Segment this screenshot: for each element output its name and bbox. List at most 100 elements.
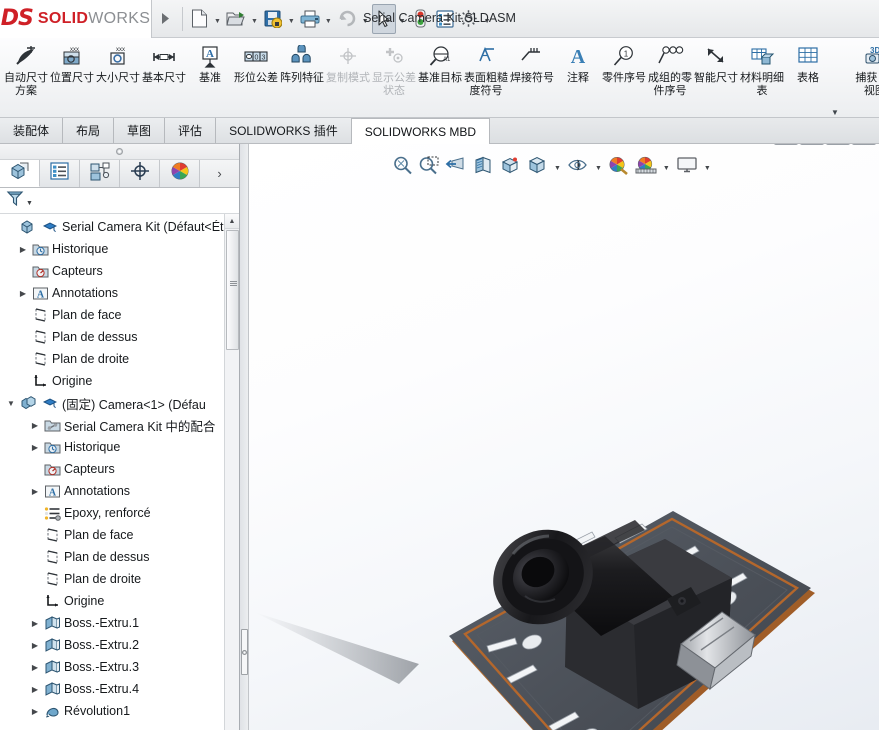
ribbon-button-note[interactable]: A 注释 (555, 38, 601, 116)
tree-item[interactable]: Plan de droite (0, 568, 239, 590)
chevron-right-icon[interactable]: ▶ (28, 487, 42, 496)
tab-layout[interactable]: 布局 (63, 118, 115, 143)
sidebar-item-display-manager[interactable] (160, 160, 200, 187)
options-button[interactable] (457, 4, 481, 34)
serial-camera-module-model[interactable] (249, 144, 879, 730)
options-caret-icon[interactable]: ▼ (481, 4, 494, 34)
ribbon-overflow-caret-icon[interactable]: ▼ (831, 108, 839, 117)
tree-scrollbar[interactable]: ▲ (224, 214, 239, 730)
tree-item[interactable]: Origine (0, 590, 239, 612)
ribbon-button-weld-symbol[interactable]: 焊接符号 (509, 38, 555, 116)
tree-item[interactable]: Capteurs (0, 458, 239, 480)
open-document-caret-icon[interactable]: ▼ (248, 4, 261, 34)
ribbon-button-geometric-tolerance[interactable]: 0 3 形位公差 (233, 38, 279, 116)
tree-item[interactable]: ▶ Boss.-Extru.4 (0, 678, 239, 700)
undo-button[interactable] (335, 4, 359, 34)
chevron-right-icon[interactable]: ▶ (16, 245, 30, 254)
chevron-down-icon[interactable]: ▼ (4, 399, 18, 408)
plane-icon (42, 549, 62, 565)
save-document-caret-icon[interactable]: ▼ (285, 4, 298, 34)
filter-caret-icon[interactable]: ▼ (26, 200, 33, 207)
tree-item[interactable]: ▶ Boss.-Extru.3 (0, 656, 239, 678)
tab-evaluate[interactable]: 评估 (165, 118, 217, 143)
tree-item[interactable]: ▶ Boss.-Extru.2 (0, 634, 239, 656)
tree-item[interactable]: ▶ A Annotations (0, 282, 239, 304)
tree-item[interactable]: ▶ Historique (0, 436, 239, 458)
tree-item[interactable]: Plan de face (0, 524, 239, 546)
tree-item[interactable]: ▼ (固定) Camera<1> (Défau (0, 392, 239, 414)
splitter-handle[interactable] (241, 629, 248, 675)
tree-item[interactable]: ▶ Historique (0, 238, 239, 260)
ribbon-button-datum[interactable]: A 基准 (187, 38, 233, 116)
scroll-thumb[interactable] (226, 230, 239, 350)
undo-caret-icon[interactable]: ▼ (359, 4, 372, 34)
tree-item[interactable]: ▶ Serial Camera Kit 中的配合 (0, 414, 239, 436)
tab-solidworks-mbd[interactable]: SOLIDWORKS MBD (351, 118, 491, 144)
chevron-right-icon[interactable]: ▶ (28, 421, 42, 430)
ribbon-button-basic-dimension[interactable]: 基本尺寸 (141, 38, 187, 116)
rebuild-button[interactable] (409, 4, 433, 34)
tab-solidworks-addins[interactable]: SOLIDWORKS 插件 (216, 118, 352, 143)
tree-filter-bar[interactable]: ▼ (0, 188, 239, 214)
ribbon-button-datum-target[interactable]: A1 基准目标 (417, 38, 463, 116)
panel-splitter[interactable] (240, 144, 249, 730)
tab-assembly[interactable]: 装配体 (0, 118, 64, 143)
graphics-viewport[interactable]: ▼ ▼ ▼ ▼ (249, 144, 879, 730)
chevron-right-icon[interactable]: ▶ (28, 641, 42, 650)
chevron-right-icon[interactable]: ▶ (16, 289, 30, 298)
select-tool-button[interactable] (371, 3, 396, 34)
ribbon-button-stacked-balloon[interactable]: 成组的零件序号 (647, 38, 693, 116)
menu-expand-arrow-icon[interactable] (152, 0, 178, 38)
ribbon-button-bom[interactable]: 材料明细表 (739, 38, 785, 116)
tree-item[interactable]: ▶ Révolution1 (0, 700, 239, 722)
tree-item[interactable]: Origine (0, 370, 239, 392)
ribbon-button-pattern-feature[interactable]: 阵列特征 (279, 38, 325, 116)
solidworks-logo[interactable]: DS SOLID WORKS (0, 0, 152, 38)
ribbon-button-capture-3d-view[interactable]: 3D 捕获 3D 视图 (849, 38, 879, 116)
tree-item[interactable]: ▶ Boss.-Extru.1 (0, 612, 239, 634)
select-tool-caret-icon[interactable]: ▼ (396, 4, 409, 34)
new-document-button[interactable] (187, 4, 211, 34)
tree-item[interactable]: Plan de face (0, 304, 239, 326)
tree-item[interactable]: Plan de droite (0, 348, 239, 370)
tree-item[interactable]: ▶ A Annotations (0, 480, 239, 502)
ribbon-button-table[interactable]: 表格 (785, 38, 831, 116)
tree-item[interactable]: Serial Camera Kit (Défaut<Ét (0, 216, 239, 238)
ribbon-button-surface-finish[interactable]: 表面粗糙度符号 (463, 38, 509, 116)
new-document-caret-icon[interactable]: ▼ (211, 4, 224, 34)
cap-icon (40, 397, 60, 409)
ribbon-button-size-dimension[interactable]: xxx 大小尺寸 (95, 38, 141, 116)
ribbon-button-auto-dimension[interactable]: 自动尺寸方案 (3, 38, 49, 116)
chevron-right-icon[interactable]: ▶ (28, 707, 42, 716)
panel-collapse-grip[interactable] (0, 144, 239, 160)
chevron-right-icon[interactable]: ▶ (28, 663, 42, 672)
panel-expand-chevron-icon[interactable]: › (200, 160, 239, 187)
datum-target-icon: A1 (427, 42, 453, 72)
tree-item[interactable]: Epoxy, renforcé (0, 502, 239, 524)
sidebar-item-property-manager[interactable] (40, 160, 80, 187)
sidebar-item-dimxpert-manager[interactable] (120, 160, 160, 187)
chevron-right-icon[interactable]: ▶ (28, 443, 42, 452)
ribbon-label: 材料明细表 (740, 72, 784, 97)
title-bar: DS SOLID WORKS ▼ ▼ ▼ ▼ ▼ ▼ ▼ Serial Came… (0, 0, 879, 38)
ribbon-button-location-dimension[interactable]: xxx 位置尺寸 (49, 38, 95, 116)
file-properties-button[interactable] (433, 4, 457, 34)
ribbon-toolbar: 自动尺寸方案 xxx 位置尺寸 xxx 大小尺寸 基本尺寸 A 基准 0 3 形… (0, 38, 879, 118)
print-document-button[interactable] (298, 4, 322, 34)
tree-item[interactable]: Plan de dessus (0, 326, 239, 348)
ribbon-label: 表面粗糙度符号 (464, 72, 508, 97)
chevron-right-icon[interactable]: ▶ (28, 685, 42, 694)
chevron-right-icon[interactable]: ▶ (28, 619, 42, 628)
print-document-caret-icon[interactable]: ▼ (322, 4, 335, 34)
tree-item[interactable]: Plan de dessus (0, 546, 239, 568)
sidebar-item-configuration-manager[interactable] (80, 160, 120, 187)
save-document-button[interactable] (261, 4, 285, 34)
ribbon-button-balloon[interactable]: 1 零件序号 (601, 38, 647, 116)
tree-item-label: Boss.-Extru.2 (64, 638, 140, 652)
scroll-up-arrow-icon[interactable]: ▲ (225, 214, 239, 229)
tab-sketch[interactable]: 草图 (114, 118, 166, 143)
ribbon-button-smart-dimension[interactable]: 智能尺寸 (693, 38, 739, 116)
sidebar-item-feature-tree[interactable] (0, 160, 40, 187)
open-document-button[interactable] (224, 4, 248, 34)
tree-item[interactable]: Capteurs (0, 260, 239, 282)
